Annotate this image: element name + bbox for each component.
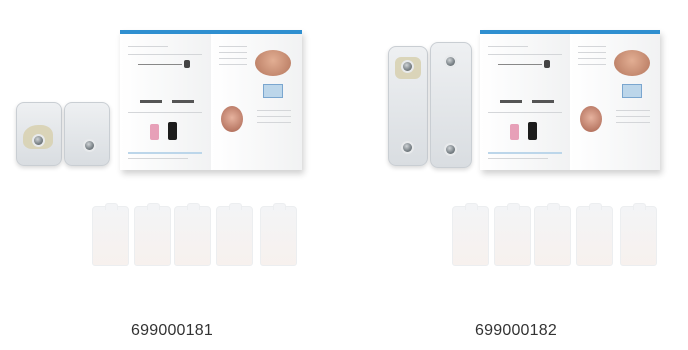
snap-connector-icon <box>446 57 455 66</box>
backing-sheet <box>260 203 297 266</box>
backing-sheet <box>534 203 571 266</box>
electrode-pad <box>64 102 110 166</box>
instruction-booklet <box>480 30 660 170</box>
backing-sheet <box>134 203 171 266</box>
electrode-pad <box>16 102 62 166</box>
snap-connector-icon <box>34 136 43 145</box>
backing-sheet <box>92 203 129 266</box>
backing-sheet <box>620 203 657 266</box>
snap-connector-icon <box>85 141 94 150</box>
snap-connector-icon <box>403 143 412 152</box>
backing-sheet <box>174 203 211 266</box>
electrode-pad <box>430 42 472 168</box>
backing-sheet <box>452 203 489 266</box>
snap-connector-icon <box>403 62 412 71</box>
product-card-699000182[interactable]: 699000182 <box>344 0 688 350</box>
product-sku-label[interactable]: 699000182 <box>344 322 688 340</box>
electrode-pad <box>388 46 428 166</box>
backing-sheet <box>576 203 613 266</box>
instruction-booklet <box>120 30 302 170</box>
snap-connector-icon <box>446 145 455 154</box>
backing-sheet <box>216 203 253 266</box>
product-card-699000181[interactable]: 699000181 <box>0 0 344 350</box>
backing-sheet <box>494 203 531 266</box>
product-sku-label[interactable]: 699000181 <box>0 322 344 340</box>
